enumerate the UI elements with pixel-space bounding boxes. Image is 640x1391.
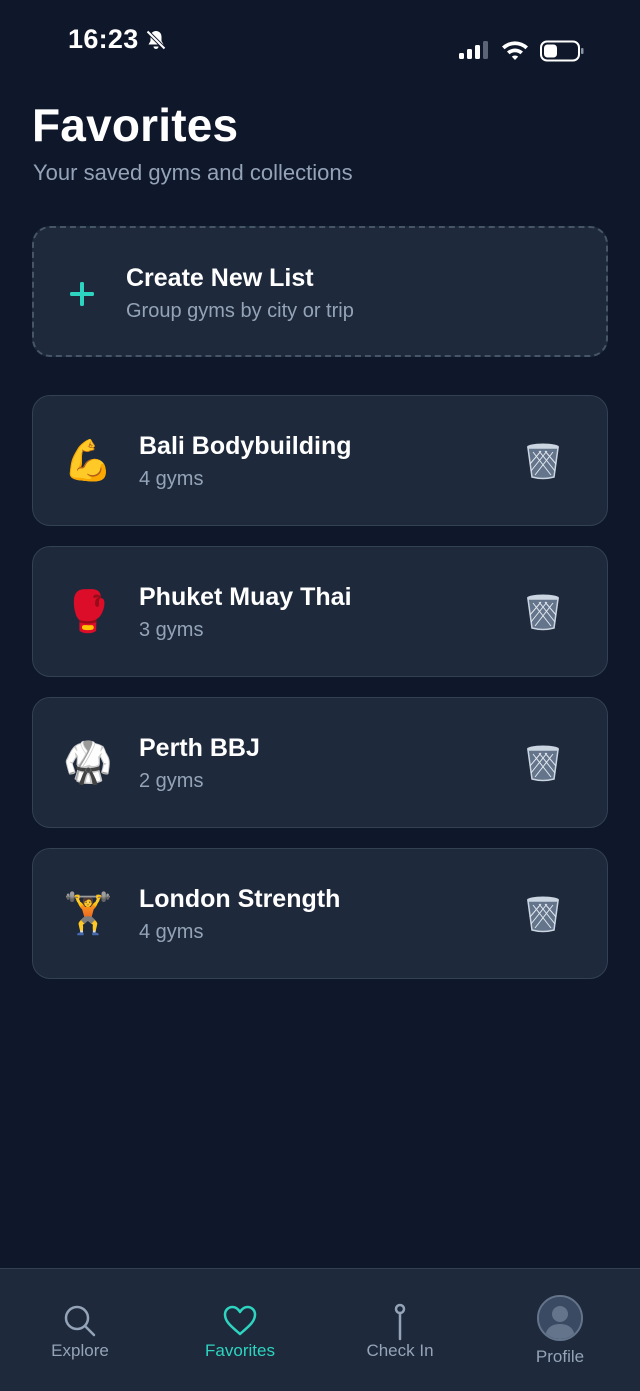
tab-label: Favorites xyxy=(205,1341,275,1360)
search-icon xyxy=(64,1305,96,1337)
avatar-icon xyxy=(537,1295,583,1341)
tab-favorites[interactable]: Favorites xyxy=(160,1269,320,1391)
list-name: Phuket Muay Thai xyxy=(139,583,352,611)
trash-icon[interactable] xyxy=(525,895,561,933)
favorite-list-item[interactable]: 🥊 Phuket Muay Thai 3 gyms xyxy=(32,546,608,677)
page-subtitle: Your saved gyms and collections xyxy=(33,160,353,185)
list-gym-count: 4 gyms xyxy=(139,468,204,490)
create-new-list-button[interactable]: Create New List Group gyms by city or tr… xyxy=(32,226,608,357)
favorite-list-item[interactable]: 🥋 Perth BBJ 2 gyms xyxy=(32,697,608,828)
tab-check-in[interactable]: Check In xyxy=(320,1269,480,1391)
create-list-title: Create New List xyxy=(126,264,314,292)
heart-icon xyxy=(223,1305,257,1336)
favorite-list-item[interactable]: 🏋️ London Strength 4 gyms xyxy=(32,848,608,979)
trash-icon[interactable] xyxy=(525,442,561,480)
list-gym-count: 4 gyms xyxy=(139,921,204,943)
cellular-signal-icon xyxy=(459,41,488,59)
list-name: Bali Bodybuilding xyxy=(139,432,352,460)
tab-label: Check In xyxy=(366,1341,434,1360)
status-time: 16:23 xyxy=(68,24,139,54)
favorite-list-item[interactable]: 💪 Bali Bodybuilding 4 gyms xyxy=(32,395,608,526)
weightlifter-icon: 🏋️ xyxy=(63,892,113,936)
list-name: London Strength xyxy=(139,885,341,913)
trash-icon[interactable] xyxy=(525,593,561,631)
tab-bar: Explore Favorites Check In Profile xyxy=(0,1268,640,1391)
page-title: Favorites xyxy=(32,99,239,151)
tab-explore[interactable]: Explore xyxy=(0,1269,160,1391)
wifi-icon xyxy=(502,41,528,60)
battery-icon xyxy=(540,40,584,62)
flexed-biceps-icon: 💪 xyxy=(63,439,113,483)
list-name: Perth BBJ xyxy=(139,734,260,762)
boxing-glove-icon: 🥊 xyxy=(63,590,113,634)
tab-label: Profile xyxy=(535,1347,585,1366)
pin-icon xyxy=(394,1303,406,1341)
plus-icon xyxy=(70,282,94,306)
list-gym-count: 3 gyms xyxy=(139,619,204,641)
tab-profile[interactable]: Profile xyxy=(480,1269,640,1391)
status-bar: 16:23 xyxy=(0,0,640,80)
create-list-subtitle: Group gyms by city or trip xyxy=(126,300,354,322)
favorites-screen: 16:23 Favorites Your saved gyms and coll… xyxy=(0,0,640,1391)
list-gym-count: 2 gyms xyxy=(139,770,204,792)
trash-icon[interactable] xyxy=(525,744,561,782)
martial-arts-uniform-icon: 🥋 xyxy=(63,741,113,785)
tab-label: Explore xyxy=(51,1341,109,1360)
bell-muted-icon xyxy=(145,29,167,51)
